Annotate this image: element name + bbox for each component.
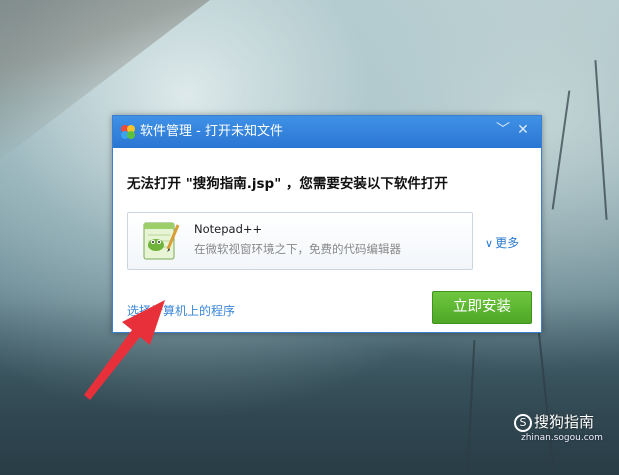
notepad-plus-plus-icon xyxy=(143,222,180,260)
install-now-button[interactable]: 立即安装 xyxy=(432,291,532,324)
watermark-url: zhinan.sogou.com xyxy=(521,433,603,443)
background-spike xyxy=(594,60,608,220)
dialog-titlebar: 软件管理 - 打开未知文件 ﹀ ✕ xyxy=(113,116,541,148)
minimize-button[interactable]: ﹀ xyxy=(495,122,511,138)
sogou-logo-icon: S xyxy=(514,413,532,432)
more-label: 更多 xyxy=(495,236,520,250)
chevron-down-icon: ∨ xyxy=(485,237,494,250)
dialog-title: 软件管理 - 打开未知文件 xyxy=(140,124,283,139)
software-option[interactable]: Notepad++ 在微软视窗环境之下，免费的代码编辑器 xyxy=(127,212,473,270)
background-spike xyxy=(551,90,571,210)
software-manager-logo-icon xyxy=(121,125,135,139)
software-description: 在微软视窗环境之下，免费的代码编辑器 xyxy=(194,242,401,256)
close-button[interactable]: ✕ xyxy=(515,122,531,138)
watermark-brand: 搜狗指南 xyxy=(534,413,595,431)
software-name: Notepad++ xyxy=(194,222,263,236)
more-options-link[interactable]: ∨ 更多 xyxy=(485,234,519,251)
sogou-watermark: S 搜狗指南 xyxy=(514,411,594,432)
error-message: 无法打开 "搜狗指南.jsp" ，您需要安装以下软件打开 xyxy=(127,176,448,192)
red-arrow-icon xyxy=(84,300,165,400)
